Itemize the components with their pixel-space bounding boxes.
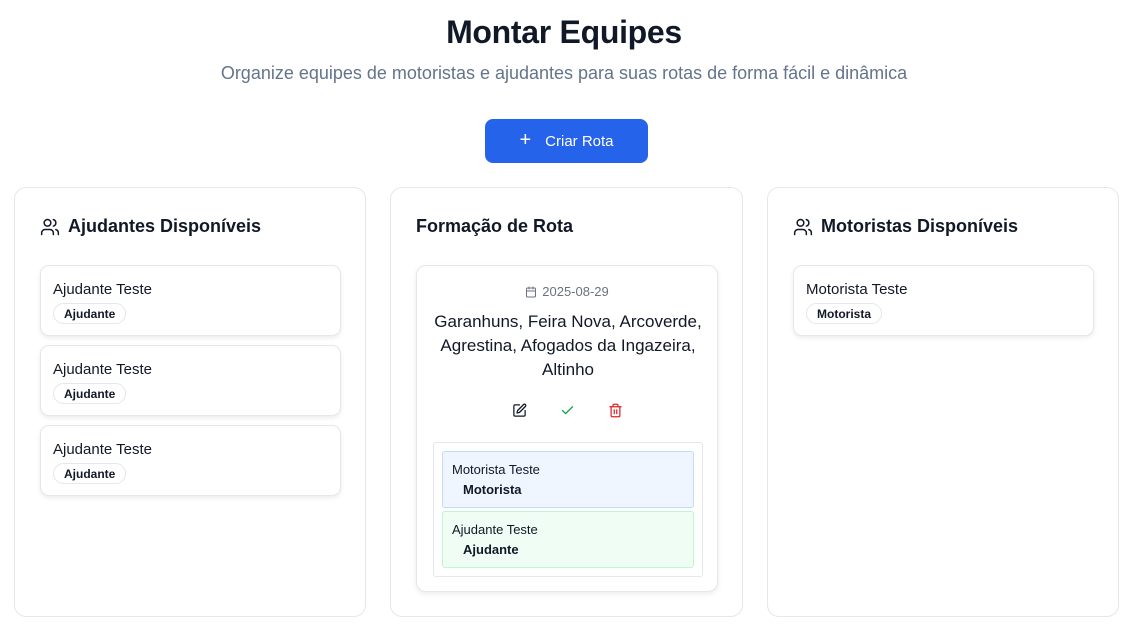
team-member-name: Ajudante Teste: [452, 522, 538, 537]
team-member-role: Motorista: [463, 482, 522, 497]
route-cities: Garanhuns, Feira Nova, Arcoverde, Agrest…: [434, 312, 702, 379]
create-route-label: Criar Rota: [545, 132, 614, 150]
route-column: Formação de Rota 2025-08-29 Garanhuns, F…: [390, 187, 743, 617]
delete-route-button[interactable]: [607, 402, 623, 418]
calendar-icon: [526, 286, 537, 297]
route-column-header: Formação de Rota: [416, 216, 573, 237]
team-member-driver[interactable]: Motorista Teste Motorista: [442, 451, 694, 508]
route-column-title: Formação de Rota: [416, 216, 574, 236]
users-icon: [793, 218, 813, 235]
check-icon: [561, 405, 573, 414]
plus-icon: +: [519, 129, 532, 151]
helper-name: Ajudante Teste: [53, 361, 152, 378]
helper-card[interactable]: Ajudante Teste Ajudante: [40, 425, 341, 496]
helper-card[interactable]: Ajudante Teste Ajudante: [40, 265, 341, 336]
confirm-route-button[interactable]: [559, 402, 575, 418]
users-icon: [40, 218, 60, 235]
edit-route-button[interactable]: [511, 402, 527, 418]
driver-name: Motorista Teste: [806, 281, 908, 298]
helper-name: Ajudante Teste: [53, 441, 152, 458]
route-date: 2025-08-29: [417, 284, 717, 299]
driver-card[interactable]: Motorista Teste Motorista: [793, 265, 1094, 336]
team-member-name: Motorista Teste: [452, 462, 540, 477]
role-badge: Ajudante: [53, 463, 127, 484]
team-member-helper[interactable]: Ajudante Teste Ajudante: [442, 511, 694, 568]
team-member-role: Ajudante: [463, 542, 519, 557]
page-title: Montar Equipes: [446, 14, 682, 50]
page-subtitle: Organize equipes de motoristas e ajudant…: [220, 63, 908, 83]
helpers-column-header: Ajudantes Disponíveis: [40, 216, 261, 237]
drivers-column-title: Motoristas Disponíveis: [821, 216, 1019, 236]
role-badge: Ajudante: [53, 383, 127, 404]
helpers-column-title: Ajudantes Disponíveis: [68, 216, 262, 236]
helper-card[interactable]: Ajudante Teste Ajudante: [40, 345, 341, 416]
helpers-column: Ajudantes Disponíveis Ajudante Teste Aju…: [14, 187, 366, 617]
edit-icon: [512, 403, 526, 417]
team-dropzone[interactable]: Motorista Teste Motorista Ajudante Teste…: [433, 442, 703, 577]
drivers-column-header: Motoristas Disponíveis: [793, 216, 1018, 237]
trash-icon: [608, 403, 622, 417]
route-card[interactable]: 2025-08-29 Garanhuns, Feira Nova, Arcove…: [416, 265, 718, 592]
helper-name: Ajudante Teste: [53, 281, 152, 298]
role-badge: Motorista: [806, 303, 882, 324]
create-route-button[interactable]: + Criar Rota: [485, 119, 648, 163]
drivers-column: Motoristas Disponíveis Motorista Teste M…: [767, 187, 1119, 617]
role-badge: Ajudante: [53, 303, 127, 324]
route-actions: [417, 402, 717, 418]
route-date-text: 2025-08-29: [542, 284, 609, 299]
